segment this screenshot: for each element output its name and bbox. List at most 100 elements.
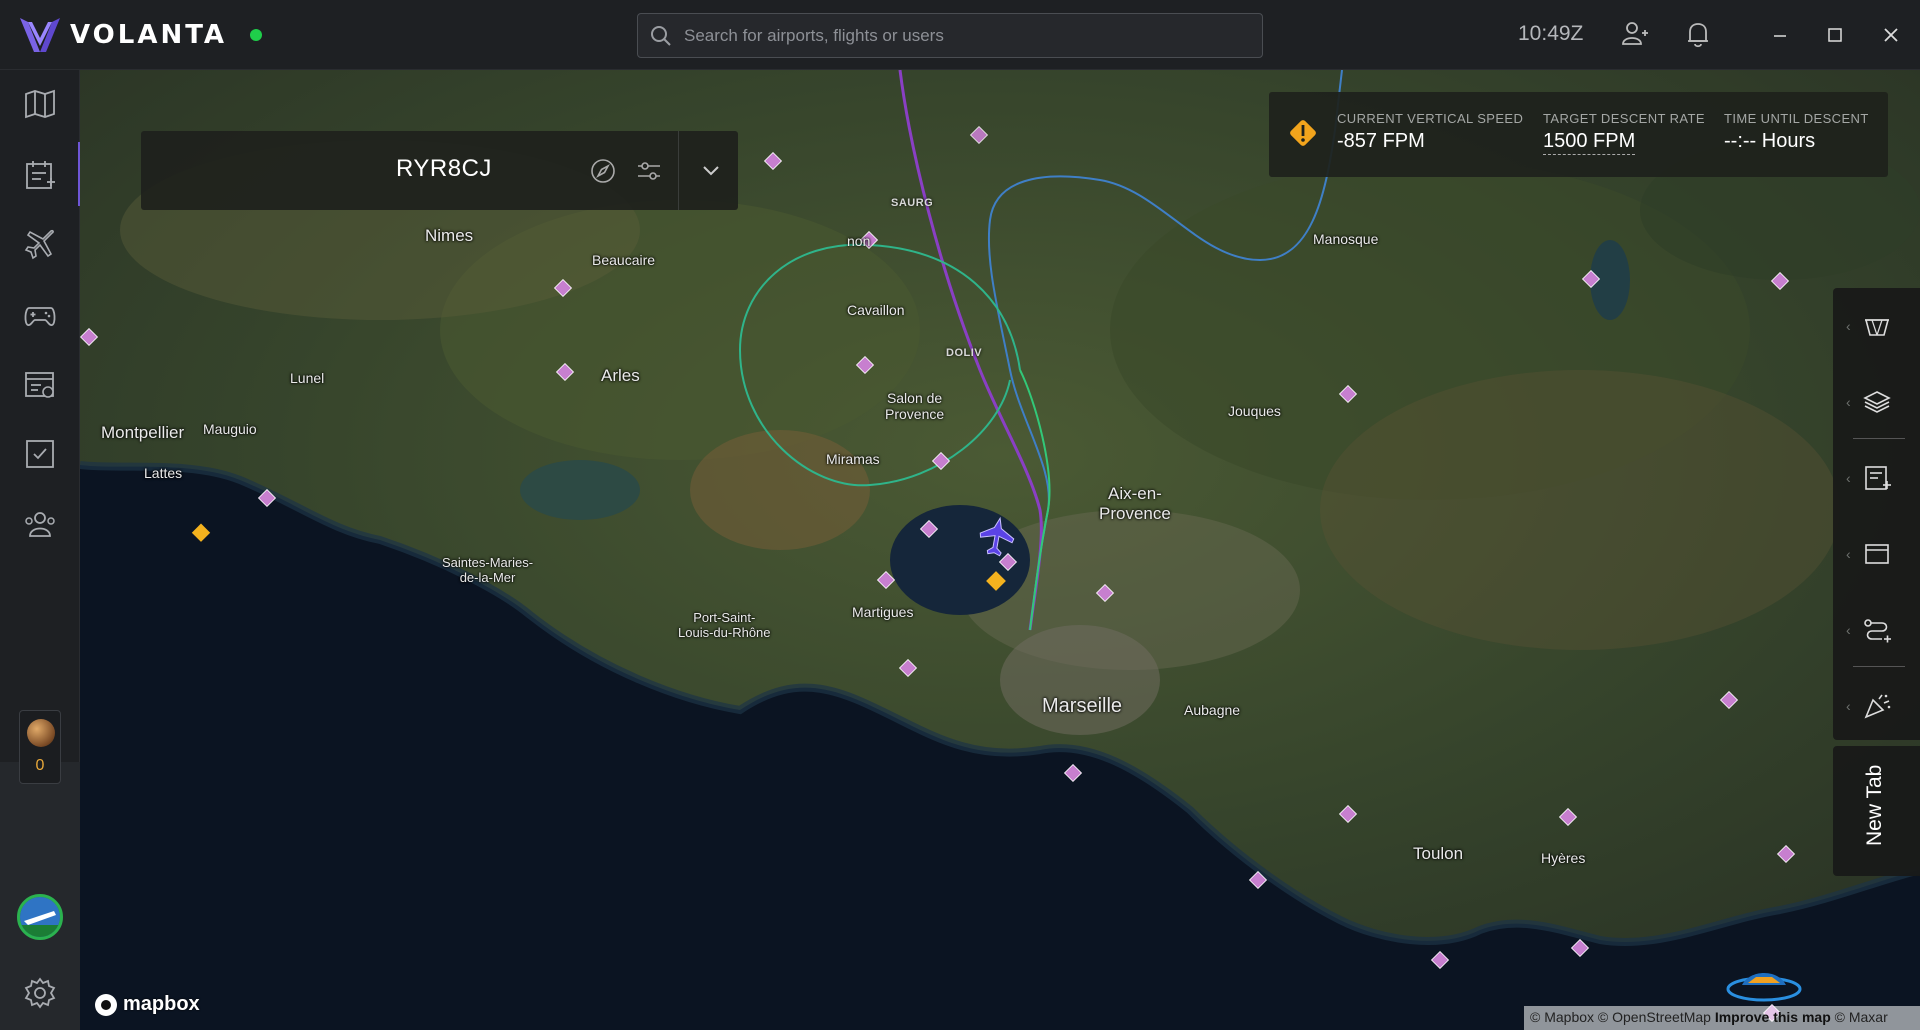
friends-icon[interactable] [1620, 19, 1650, 49]
checklist-icon [26, 440, 54, 468]
vertical-speed-label: CURRENT VERTICAL SPEED [1337, 111, 1524, 126]
right-toolbar: ‹ ‹ ‹ ‹ ‹ ‹ [1833, 288, 1920, 740]
notes-add-button[interactable]: ‹ [1833, 440, 1920, 516]
map-view[interactable]: Nimes Beaucaire Lunel Arles Montpellier … [80, 70, 1920, 1030]
chevron-left-icon: ‹ [1846, 318, 1851, 334]
city-label-montpellier: Montpellier [101, 423, 185, 442]
mapbox-logo-icon [95, 993, 117, 1016]
city-label-lunel: Lunel [290, 370, 325, 386]
app-logo[interactable]: VOLANTA [20, 16, 227, 54]
chevron-left-icon: ‹ [1846, 622, 1851, 638]
chevron-left-icon: ‹ [1846, 470, 1851, 486]
search-input[interactable] [684, 25, 1262, 46]
points-card[interactable]: 0 [19, 710, 61, 784]
sidebar-item-flight-planner[interactable] [20, 155, 60, 195]
satellite-terrain [80, 70, 1920, 1030]
warning-icon [1290, 120, 1316, 146]
avatar[interactable] [17, 894, 63, 940]
layers-button[interactable]: ‹ [1833, 364, 1920, 440]
sidebar-item-aircraft[interactable] [20, 225, 60, 265]
city-label-jouques: Jouques [1228, 403, 1281, 419]
city-label-toulon: Toulon [1413, 844, 1464, 863]
utc-clock: 10:49Z [1518, 22, 1584, 45]
title-bar: VOLANTA 10:49Z [0, 0, 1920, 70]
city-label-martigues: Martigues [852, 604, 914, 620]
minimize-icon [1774, 35, 1786, 37]
aircraft-icon [24, 229, 54, 260]
maximize-icon [1828, 28, 1842, 42]
route-add-button[interactable]: ‹ [1833, 592, 1920, 668]
attribution-mapbox[interactable]: © Mapbox [1530, 1009, 1594, 1025]
minimize-button[interactable] [1765, 20, 1795, 50]
celebrate-icon [1864, 694, 1890, 719]
sidebar-item-community[interactable] [20, 504, 60, 544]
city-label-marseille: Marseille [1042, 695, 1123, 717]
city-label-beaucaire: Beaucaire [592, 252, 656, 268]
filter-sliders-icon[interactable] [635, 157, 663, 185]
chevron-down-icon[interactable] [696, 155, 726, 185]
window-icon [1864, 544, 1889, 564]
waypoint-doliv[interactable]: DOLIV [946, 347, 982, 359]
toolbar-divider [1853, 666, 1905, 667]
close-button[interactable] [1876, 20, 1906, 50]
airport-basket-button[interactable]: ‹ [1833, 288, 1920, 364]
attribution-maxar[interactable]: © Maxar [1835, 1009, 1888, 1025]
notes-add-icon [1864, 466, 1891, 490]
target-descent-value[interactable]: 1500 FPM [1543, 130, 1636, 155]
city-label-mauguio: Mauguio [203, 421, 257, 437]
settings-gear-icon[interactable] [22, 975, 58, 1011]
flight-planner-icon [26, 161, 55, 189]
route-add-icon [1863, 619, 1891, 643]
gamepad-icon [24, 307, 56, 326]
city-label-hyeres: Hyères [1541, 850, 1586, 866]
flight-card-divider [678, 131, 679, 210]
city-label-nimes: Nimes [425, 226, 474, 245]
mapbox-logo-text: mapbox [123, 993, 200, 1015]
new-tab-label: New Tab [1863, 764, 1886, 846]
celebrate-button[interactable]: ‹ [1833, 668, 1920, 744]
search-icon [651, 26, 671, 46]
coin-icon [27, 719, 55, 747]
city-label-aubagne: Aubagne [1184, 702, 1241, 718]
mapbox-logo[interactable]: mapbox [95, 993, 200, 1016]
chevron-left-icon: ‹ [1846, 546, 1851, 562]
maximize-button[interactable] [1820, 20, 1850, 50]
close-icon [1884, 28, 1898, 42]
time-until-descent-group: TIME UNTIL DESCENT --:-- Hours [1724, 111, 1869, 153]
community-icon [25, 512, 55, 537]
app-name: VOLANTA [70, 20, 228, 50]
layers-icon [1862, 391, 1891, 413]
logbook-icon [25, 372, 54, 398]
city-label-manosque: Manosque [1313, 231, 1379, 247]
bell-icon[interactable] [1683, 19, 1713, 49]
airport-basket-icon [1864, 319, 1889, 336]
sidebar-item-tasks[interactable] [20, 434, 60, 474]
descent-panel: CURRENT VERTICAL SPEED -857 FPM TARGET D… [1269, 92, 1888, 177]
flight-card[interactable]: RYR8CJ [141, 131, 738, 210]
waypoint-saurg[interactable]: SAURG [891, 197, 933, 209]
sidebar-item-sim[interactable] [20, 295, 60, 335]
sidebar-item-map[interactable] [20, 84, 60, 124]
search-box[interactable] [637, 13, 1263, 58]
sidebar-item-logbook[interactable] [20, 365, 60, 405]
attribution-osm[interactable]: © OpenStreetMap [1598, 1009, 1711, 1025]
window-button[interactable]: ‹ [1833, 516, 1920, 592]
city-label-salon: Salon de Provence [885, 390, 945, 422]
vertical-speed-group: CURRENT VERTICAL SPEED -857 FPM [1337, 111, 1523, 153]
target-descent-label: TARGET DESCENT RATE [1543, 111, 1705, 126]
city-label-aix: Aix-en- Provence [1099, 484, 1171, 523]
vertical-speed-value: -857 FPM [1337, 130, 1425, 152]
new-tab-button[interactable]: New Tab [1833, 746, 1920, 876]
time-until-descent-label: TIME UNTIL DESCENT [1724, 111, 1869, 126]
city-label-cavaillon: Cavaillon [847, 302, 905, 318]
chevron-left-icon: ‹ [1846, 698, 1851, 714]
improve-map-link[interactable]: Improve this map [1715, 1009, 1831, 1025]
points-value: 0 [35, 757, 45, 774]
avatar-plane-icon [20, 897, 60, 937]
target-descent-group[interactable]: TARGET DESCENT RATE 1500 FPM [1543, 111, 1705, 155]
time-until-descent-value: --:-- Hours [1724, 130, 1816, 152]
sidebar [0, 70, 81, 1030]
compass-icon[interactable] [589, 157, 617, 185]
city-label-miramas: Miramas [826, 451, 880, 467]
toolbar-divider [1853, 438, 1905, 439]
